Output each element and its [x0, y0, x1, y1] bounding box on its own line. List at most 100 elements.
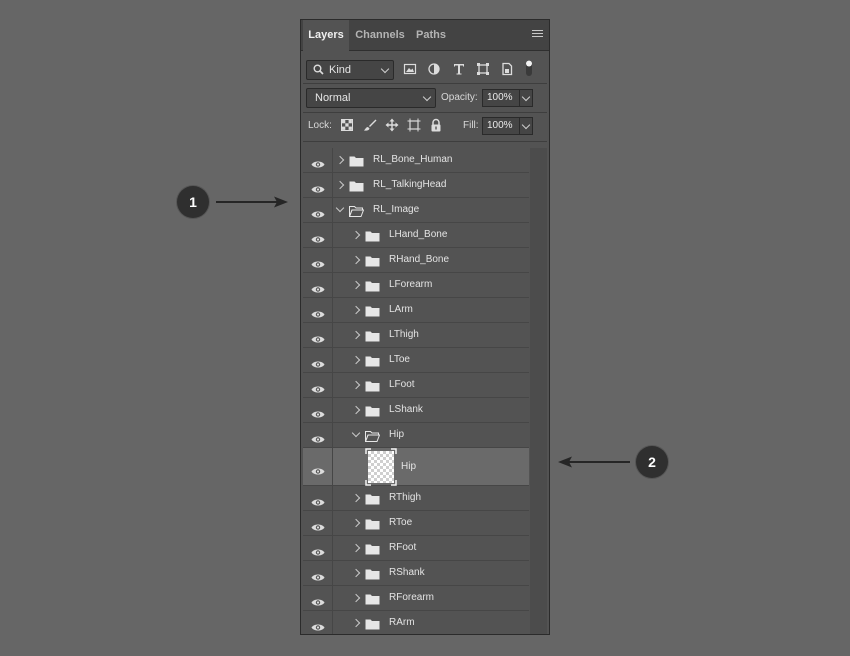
shape-filter-icon[interactable] [476, 62, 490, 76]
lock-transparent-pixels-icon[interactable] [340, 118, 354, 132]
visibility-toggle[interactable] [303, 323, 333, 347]
eye-icon[interactable] [311, 463, 325, 481]
fill-field[interactable]: 100% [482, 117, 522, 135]
layer-row[interactable]: LFoot [303, 373, 529, 398]
layer-row[interactable]: Hip [303, 448, 529, 486]
adjustment-filter-icon[interactable] [427, 62, 441, 76]
eye-icon[interactable] [311, 256, 325, 274]
layer-row[interactable]: LShank [303, 398, 529, 423]
visibility-toggle[interactable] [303, 173, 333, 197]
opacity-slider-button[interactable] [519, 89, 533, 107]
eye-icon[interactable] [311, 281, 325, 299]
visibility-toggle[interactable] [303, 198, 333, 222]
chevron-right-icon[interactable] [351, 405, 361, 415]
eye-icon[interactable] [311, 406, 325, 424]
chevron-down-icon[interactable] [335, 203, 345, 213]
tab-channels[interactable]: Channels [351, 20, 409, 50]
eye-icon[interactable] [311, 519, 325, 537]
visibility-toggle[interactable] [303, 511, 333, 535]
visibility-toggle[interactable] [303, 148, 333, 172]
chevron-right-icon[interactable] [351, 380, 361, 390]
fill-slider-button[interactable] [519, 117, 533, 135]
visibility-toggle[interactable] [303, 223, 333, 247]
layer-row[interactable]: LThigh [303, 323, 529, 348]
eye-icon[interactable] [311, 206, 325, 224]
chevron-right-icon[interactable] [351, 280, 361, 290]
chevron-right-icon[interactable] [351, 255, 361, 265]
layer-row[interactable]: LArm [303, 298, 529, 323]
layer-row[interactable]: RL_TalkingHead [303, 173, 529, 198]
visibility-toggle[interactable] [303, 448, 333, 485]
type-filter-icon[interactable] [452, 62, 466, 76]
visibility-toggle[interactable] [303, 586, 333, 610]
layer-name: RHand_Bone [389, 254, 450, 265]
chevron-right-icon[interactable] [335, 180, 345, 190]
layer-name: RL_TalkingHead [373, 179, 447, 190]
opacity-field[interactable]: 100% [482, 89, 522, 107]
layer-row[interactable]: RFoot [303, 536, 529, 561]
chevron-right-icon[interactable] [351, 493, 361, 503]
chevron-right-icon[interactable] [351, 568, 361, 578]
filter-toggle-icon[interactable] [522, 58, 536, 78]
visibility-toggle[interactable] [303, 298, 333, 322]
eye-icon[interactable] [311, 306, 325, 324]
chevron-right-icon[interactable] [351, 518, 361, 528]
layer-row[interactable]: Hip [303, 423, 529, 448]
chevron-right-icon[interactable] [351, 543, 361, 553]
layer-row[interactable]: LForearm [303, 273, 529, 298]
eye-icon[interactable] [311, 181, 325, 199]
layer-row[interactable]: LHand_Bone [303, 223, 529, 248]
layer-list-scrollbar[interactable] [530, 148, 547, 634]
chevron-right-icon[interactable] [351, 305, 361, 315]
eye-icon[interactable] [311, 594, 325, 612]
eye-icon[interactable] [311, 231, 325, 249]
layer-row[interactable]: RL_Image [303, 198, 529, 223]
chevron-right-icon[interactable] [351, 230, 361, 240]
visibility-toggle[interactable] [303, 611, 333, 634]
eye-icon[interactable] [311, 381, 325, 399]
chevron-down-icon[interactable] [351, 428, 361, 438]
eye-icon[interactable] [311, 356, 325, 374]
chevron-right-icon[interactable] [351, 593, 361, 603]
eye-icon[interactable] [311, 544, 325, 562]
chevron-right-icon[interactable] [335, 155, 345, 165]
visibility-toggle[interactable] [303, 373, 333, 397]
visibility-toggle[interactable] [303, 561, 333, 585]
eye-icon[interactable] [311, 156, 325, 174]
layer-row[interactable]: RForearm [303, 586, 529, 611]
visibility-toggle[interactable] [303, 248, 333, 272]
lock-image-pixels-icon[interactable] [363, 118, 377, 132]
chevron-right-icon[interactable] [351, 355, 361, 365]
image-filter-icon[interactable] [403, 62, 417, 76]
layer-row[interactable]: RThigh [303, 486, 529, 511]
eye-icon[interactable] [311, 569, 325, 587]
tab-paths[interactable]: Paths [411, 20, 451, 50]
layer-row[interactable]: LToe [303, 348, 529, 373]
visibility-toggle[interactable] [303, 486, 333, 510]
chevron-right-icon[interactable] [351, 618, 361, 628]
smart-object-filter-icon[interactable] [500, 62, 514, 76]
visibility-toggle[interactable] [303, 423, 333, 447]
tab-layers[interactable]: Layers [303, 20, 349, 51]
visibility-toggle[interactable] [303, 536, 333, 560]
visibility-toggle[interactable] [303, 348, 333, 372]
lock-all-icon[interactable] [429, 118, 443, 132]
layer-row[interactable]: RToe [303, 511, 529, 536]
eye-icon[interactable] [311, 431, 325, 449]
layer-row[interactable]: RArm [303, 611, 529, 634]
eye-icon[interactable] [311, 619, 325, 634]
visibility-toggle[interactable] [303, 398, 333, 422]
hamburger-menu-icon[interactable] [532, 30, 543, 39]
visibility-toggle[interactable] [303, 273, 333, 297]
layer-row[interactable]: RShank [303, 561, 529, 586]
blend-mode-dropdown[interactable]: Normal [306, 88, 436, 108]
eye-icon[interactable] [311, 494, 325, 512]
filter-kind-dropdown[interactable]: Kind [306, 60, 394, 80]
lock-artboard-icon[interactable] [407, 118, 421, 132]
layer-row[interactable]: RHand_Bone [303, 248, 529, 273]
chevron-down-icon [521, 92, 531, 102]
chevron-right-icon[interactable] [351, 330, 361, 340]
eye-icon[interactable] [311, 331, 325, 349]
lock-position-icon[interactable] [385, 118, 399, 132]
layer-row[interactable]: RL_Bone_Human [303, 148, 529, 173]
